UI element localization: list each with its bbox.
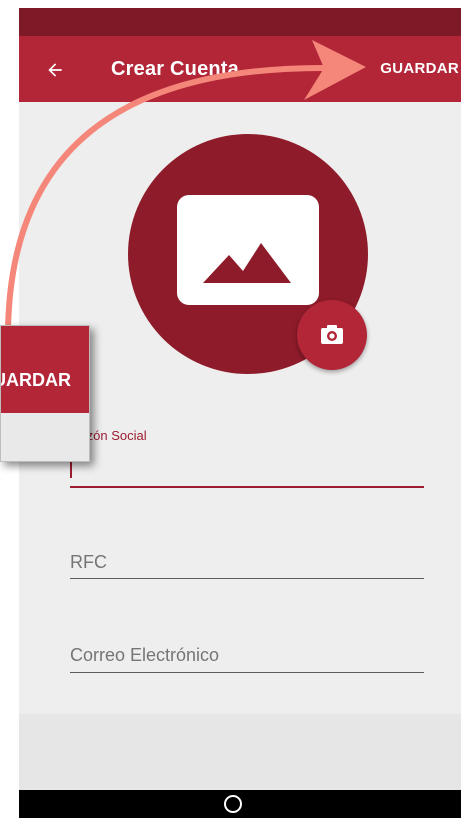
zoom-callout-text: GUARDAR (1, 370, 71, 390)
zoom-callout: GUARDAR (0, 325, 90, 462)
arrow-back-icon (48, 63, 62, 77)
zoom-callout-bar: GUARDAR (1, 326, 89, 413)
rfc-underline (70, 578, 424, 579)
email-underline (70, 672, 424, 673)
back-button[interactable] (37, 52, 73, 88)
email-placeholder: Correo Electrónico (70, 645, 220, 665)
camera-button[interactable] (297, 300, 367, 370)
camera-icon (321, 325, 343, 344)
rfc-placeholder: RFC (70, 552, 107, 572)
home-button[interactable] (224, 795, 242, 813)
image-placeholder-icon (177, 195, 319, 305)
text-cursor (70, 460, 72, 478)
app-bar: Crear Cuenta GUARDAR (19, 36, 461, 102)
bottom-panel (19, 714, 461, 790)
page-title: Crear Cuenta (111, 58, 239, 80)
navigation-bar (19, 790, 461, 818)
save-button[interactable]: GUARDAR (380, 60, 459, 77)
status-bar (19, 8, 461, 36)
razon-social-underline (70, 486, 424, 488)
